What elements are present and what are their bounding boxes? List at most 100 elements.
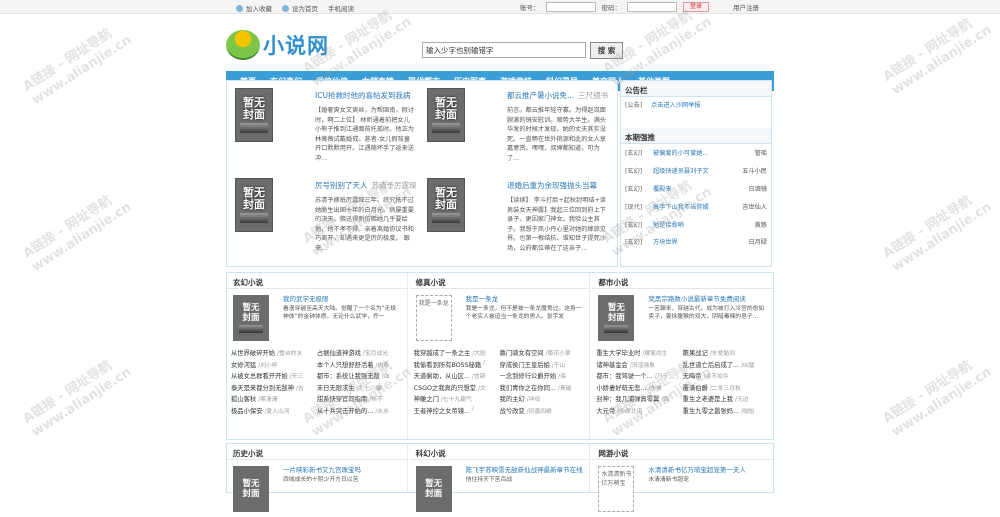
list-item[interactable]: 诸神基金会/流渲强象 <box>596 360 682 372</box>
list-book[interactable]: 从被女总群看开开始 <box>231 371 288 383</box>
list-author[interactable]: /雪台的水 <box>277 348 302 360</box>
list-item[interactable]: 都市：系统让我强无敌/血 <box>317 371 403 383</box>
list-author[interactable]: /风喜四娘 <box>527 406 552 418</box>
book-cover[interactable]: 暂无 封面 <box>427 178 465 232</box>
list-item[interactable]: 封神：我几浦弹真零翼/四 <box>596 394 682 406</box>
book-author[interactable]: 苏清予厉霆琛 <box>372 181 417 190</box>
search-input[interactable] <box>422 42 586 58</box>
list-item[interactable]: 从被女总群看开开始/天三 <box>231 371 317 383</box>
list-author[interactable]: /干山 <box>552 360 566 372</box>
list-book[interactable]: 都市：我驾驶一个... <box>596 371 652 383</box>
list-item[interactable]: 小娇妻好萌无悲.../东青 <box>596 383 682 395</box>
list-author[interactable]: /万千 <box>655 371 669 383</box>
list-item[interactable]: 重生之老婆是上我/无边 <box>683 394 769 406</box>
list-item[interactable]: 我的主幻/冲母 <box>500 394 586 406</box>
list-item[interactable]: 泰天是来都分到无敌神/吉 <box>231 383 317 395</box>
recommend-book[interactable]: 超级快递员聂刘子文 <box>653 166 742 175</box>
list-book[interactable]: 狐山客秋 <box>231 394 256 406</box>
category-top-book[interactable]: 暂无 封面 陈飞宇苏映雪无敌新仙战神最新章节在线 他住持天下苦百战 <box>410 460 590 517</box>
list-item[interactable]: 我穿越成了一条之主/大脸 <box>414 348 500 360</box>
list-item[interactable]: 我偷看到所有BOSS秘籍 / <box>414 360 500 372</box>
list-author[interactable]: /内寿 <box>376 360 390 372</box>
book-title-text[interactable]: 退婚后重为余现强抛头当幕 <box>507 181 597 190</box>
list-item[interactable]: 女修河猛/刘小梓 <box>231 360 317 372</box>
list-author[interactable]: /四 <box>661 394 669 406</box>
recommend-row[interactable]: [玄幻] 超级快递员聂刘子文 五斗小民 <box>621 162 771 180</box>
category-heading[interactable]: 历史小说 <box>227 444 407 460</box>
list-author[interactable]: /东爱勉间 <box>710 348 735 360</box>
list-item[interactable]: CSGO之我真的只想堂/文 <box>414 383 500 395</box>
list-author[interactable]: /流渲强象 <box>630 360 655 372</box>
book-cover-placeholder[interactable]: 我是一条龙 <box>415 295 452 341</box>
recommend-row[interactable]: [玄幻] 方块世界 日月碌 <box>621 233 771 251</box>
list-author[interactable]: /吉 <box>296 383 304 395</box>
category-top-book[interactable]: 暂无 封面 梵黑宗路数小说最新章节免费阅读 一苦蹿来，穿越古代，成为被打入冷宫的愈如卖… <box>592 289 773 346</box>
book-card[interactable]: 暂无 封面 都云推产暑小说免... 三尺镜书 前言。都云推年轻守寡。为得赵岚面腕滚的镜安… <box>423 84 613 172</box>
book-title[interactable]: ICU抢救时他的喜帖发到我病 <box>315 90 414 101</box>
list-item[interactable]: 从十兵突击开始的.../水水 <box>317 406 403 418</box>
mobile-link[interactable]: 手机阅读 <box>328 3 354 13</box>
recommend-book[interactable]: 他是接骨哨 <box>653 220 755 229</box>
list-author[interactable]: /凶猛 <box>741 360 755 372</box>
list-book[interactable]: 覆满伯爵 <box>683 383 708 395</box>
list-author[interactable]: /血 <box>382 371 390 383</box>
list-book[interactable]: 我偷看到所有BOSS秘籍 <box>414 360 482 372</box>
recommend-book[interactable]: 被偏爱的小可爱她... <box>653 148 755 157</box>
category-top-book[interactable]: 我是一条龙 我是一条龙 我是一条龙，但不是被一条龙魔骨过。这身一个老实人被迫当一条龙… <box>410 289 590 346</box>
search-button[interactable]: 搜 索 <box>590 42 623 59</box>
list-item[interactable]: 瞻果战记/东爱勉间 <box>683 348 769 360</box>
list-item[interactable]: 本个人只想舒舒活着/内寿 <box>317 360 403 372</box>
password-input[interactable] <box>627 2 677 12</box>
book-cover[interactable]: 暂无 封面 <box>415 466 452 512</box>
category-heading[interactable]: 网游小说 <box>592 444 773 460</box>
recommend-author[interactable]: 吉世仙人 <box>742 202 767 211</box>
list-book[interactable]: 战兮改变 <box>500 406 525 418</box>
list-book[interactable]: 泰天是来都分到无敌神 <box>231 383 294 395</box>
book-title-text[interactable]: ICU抢救时他的喜帖发到我病 <box>315 91 410 100</box>
list-author[interactable]: /恒不 <box>369 394 383 406</box>
list-author[interactable]: /中原北诺 <box>617 406 642 418</box>
recommend-author[interactable]: 黄慈 <box>755 220 767 229</box>
list-author[interactable]: /言斯 <box>472 371 486 383</box>
recommend-book[interactable]: 高手下山我不当赘婿 <box>653 202 742 211</box>
book-cover[interactable]: 暂无 封面 <box>235 88 273 142</box>
list-book[interactable]: 重生大学毕业时 <box>596 348 640 360</box>
list-item[interactable]: 占据仙道神游戏/宝月战光 <box>317 348 403 360</box>
list-book[interactable]: 瞻果战记 <box>683 348 708 360</box>
mobile-label[interactable]: 手机阅读 <box>328 3 354 13</box>
book-cover[interactable]: 暂无 封面 <box>598 295 635 341</box>
book-card[interactable]: 暂无 封面 厉号别别了天人 苏清予厉霆琛 苏清予嫁抵厉霆琛三年。终究抵不过她脆生出国十年… <box>231 174 421 262</box>
list-author[interactable]: /二冬三月秋 <box>710 383 741 395</box>
list-author[interactable]: /宝月战光 <box>363 348 388 360</box>
category-top-book[interactable]: 暂无 封面 我的武学无极限 看漫穿越至高天大陆。觉醒了一个名为“无极神体”的金钟体质。… <box>227 289 407 346</box>
list-author[interactable]: /水水 <box>375 406 389 418</box>
book-cover[interactable]: 暂无 封面 <box>233 466 269 512</box>
recommend-author[interactable]: 管瑶 <box>755 148 767 157</box>
register-link[interactable]: 用户注册 <box>733 2 759 12</box>
list-item[interactable]: 战兮改变/风喜四娘 <box>500 406 586 418</box>
top-book-title[interactable]: 陈飞宇苏映雪无敌新仙战神最新章节在线 <box>466 464 583 474</box>
category-heading[interactable]: 玄幻小说 <box>227 273 407 289</box>
list-book[interactable]: 封神：我几浦弹真零翼 <box>596 394 659 406</box>
book-title[interactable]: 厉号别别了天人 苏清予厉霆琛 <box>315 180 417 191</box>
list-author[interactable]: /建笔尚生 <box>642 348 667 360</box>
list-author[interactable]: /无边 <box>735 394 749 406</box>
list-author[interactable]: /东青 <box>648 383 662 395</box>
list-author[interactable]: /七十九霸气 <box>441 394 472 406</box>
list-author[interactable]: /菊花小草 <box>546 348 571 360</box>
top-book-title[interactable]: 水清清新书亿万萌宝超宠第一夫人 <box>648 464 746 474</box>
list-author[interactable]: /寒清清 <box>258 394 277 406</box>
list-book[interactable]: 占据仙道神游戏 <box>317 348 361 360</box>
list-author[interactable]: / <box>483 360 485 372</box>
list-book[interactable]: 天道剩助，从山区... <box>414 371 470 383</box>
recommend-row[interactable]: [玄幻] 覆殿来 日酒镜 <box>621 180 771 198</box>
category-top-book[interactable]: 水清清新书亿万萌宝 水清清新书亿万萌宝超宠第一夫人 水清清新书超宠 <box>592 460 773 517</box>
list-book[interactable]: 王者神控之女帝镜... <box>414 406 470 418</box>
list-book[interactable]: 女修河猛 <box>231 360 256 372</box>
recommend-row[interactable]: [现代] 高手下山我不当赘婿 吉世仙人 <box>621 197 771 215</box>
category-top-book[interactable]: 暂无 封面 一片映彩新书又九宫珠宝吗 西域成长的十阴少开方日以苦 <box>227 460 407 517</box>
list-book[interactable]: 从世界破碎开始 <box>231 348 275 360</box>
book-author[interactable]: 三尺镜书 <box>578 91 608 100</box>
list-book[interactable]: 乱世道亡后启成了... <box>683 360 739 372</box>
list-book[interactable]: 极品小保安 <box>231 406 262 418</box>
